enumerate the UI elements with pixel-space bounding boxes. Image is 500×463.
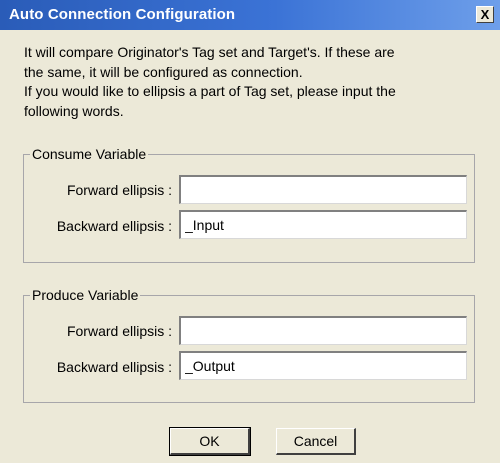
description-line-3: If you would like to ellipsis a part of … xyxy=(24,83,396,99)
consume-forward-ellipsis-label: Forward ellipsis : xyxy=(66,182,172,198)
consume-forward-ellipsis-input[interactable] xyxy=(179,175,467,204)
description-line-1: It will compare Originator's Tag set and… xyxy=(24,44,395,60)
description-line-4: following words. xyxy=(24,102,124,119)
produce-variable-legend: Produce Variable xyxy=(30,286,141,304)
ok-button[interactable]: OK xyxy=(169,427,251,456)
consume-backward-ellipsis-label: Backward ellipsis : xyxy=(56,218,172,234)
title-bar[interactable]: Auto Connection Configuration X xyxy=(0,0,500,30)
description-line-2: the same, it will be configured as conne… xyxy=(24,63,303,80)
description-text: It will compare Originator's Tag set and… xyxy=(24,43,474,121)
consume-variable-legend: Consume Variable xyxy=(30,145,149,163)
produce-forward-ellipsis-label: Forward ellipsis : xyxy=(66,323,172,339)
produce-backward-ellipsis-input[interactable] xyxy=(179,351,467,380)
dialog-title: Auto Connection Configuration xyxy=(9,6,236,23)
consume-variable-group: Consume Variable Forward ellipsis : Back… xyxy=(23,145,475,263)
cancel-button[interactable]: Cancel xyxy=(276,428,356,455)
produce-forward-ellipsis-input[interactable] xyxy=(179,316,467,345)
produce-backward-ellipsis-label: Backward ellipsis : xyxy=(56,359,172,375)
produce-variable-group: Produce Variable Forward ellipsis : Back… xyxy=(23,286,475,403)
consume-backward-ellipsis-input[interactable] xyxy=(179,210,467,239)
auto-connection-dialog: Auto Connection Configuration X It will … xyxy=(0,0,500,463)
close-button[interactable]: X xyxy=(476,6,494,23)
